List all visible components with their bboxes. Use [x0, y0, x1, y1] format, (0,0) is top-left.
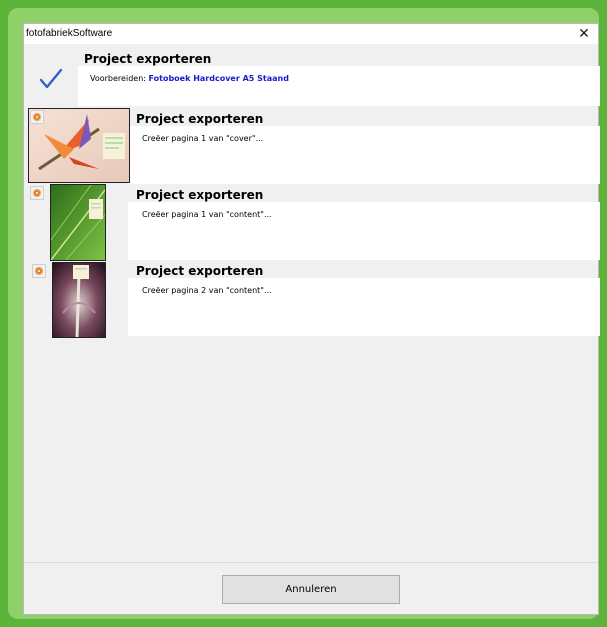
content-thumbnail-2	[52, 262, 106, 338]
prepare-message: Voorbereiden: Fotoboek Hardcover A5 Staa…	[90, 74, 289, 83]
job-3-message: Creëer pagina 2 van "content"...	[142, 286, 272, 295]
job-2-message: Creëer pagina 1 van "content"...	[142, 210, 272, 219]
content-thumbnail-1	[50, 184, 106, 261]
settings-gear-icon	[32, 264, 46, 278]
settings-gear-icon	[30, 186, 44, 200]
job-1-message: Creëer pagina 1 van "cover"...	[142, 134, 264, 143]
prepare-product: Fotoboek Hardcover A5 Staand	[148, 74, 289, 83]
job-1-heading: Project exporteren	[136, 112, 264, 126]
job-2-heading: Project exporteren	[136, 188, 264, 202]
prepare-panel: Project exporteren Voorbereiden: Fotoboe…	[24, 44, 600, 108]
prepare-message-box	[78, 66, 600, 106]
export-job-2: Project exporteren Creëer pagina 1 van "…	[24, 184, 600, 262]
cancel-button[interactable]: Annuleren	[222, 575, 400, 604]
job-3-heading: Project exporteren	[136, 264, 264, 278]
settings-gear-icon	[30, 110, 44, 124]
export-dialog: fotofabriekSoftware ✕ Project exporteren…	[23, 23, 600, 615]
footer-divider	[24, 562, 598, 563]
title-bar: fotofabriekSoftware ✕	[24, 24, 598, 44]
prepare-label: Voorbereiden:	[90, 74, 149, 83]
window-title: fotofabriekSoftware	[26, 28, 113, 39]
export-job-1: Project exporteren Creëer pagina 1 van "…	[24, 108, 600, 184]
close-button[interactable]: ✕	[576, 25, 592, 43]
export-job-3: Project exporteren Creëer pagina 2 van "…	[24, 262, 600, 340]
checkmark-icon	[39, 68, 63, 89]
prepare-heading: Project exporteren	[84, 52, 212, 66]
